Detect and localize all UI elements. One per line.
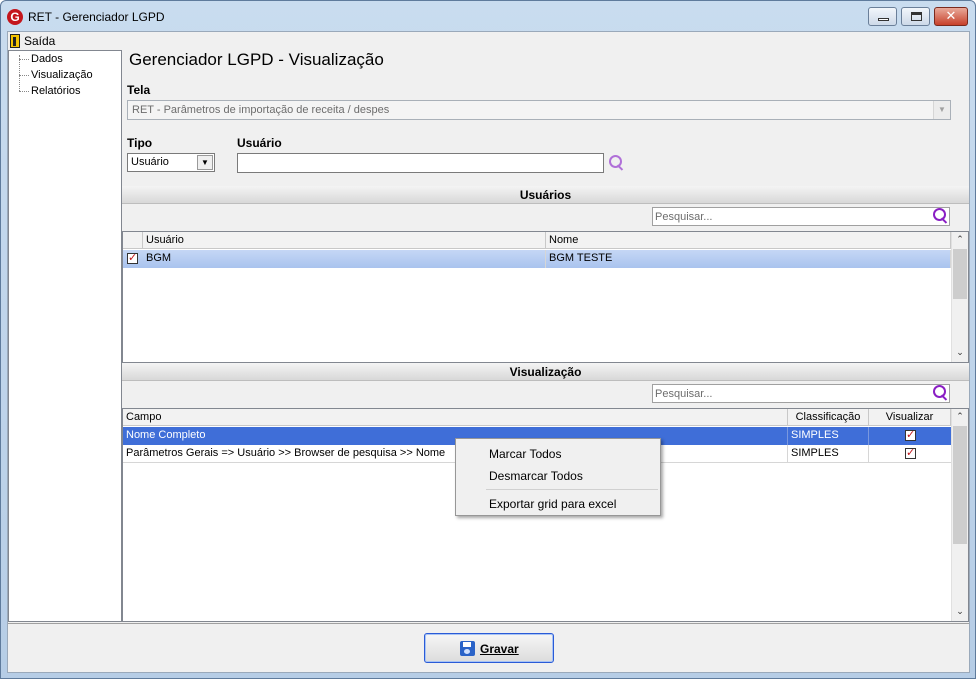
tree-connector	[19, 91, 29, 92]
tree-connector	[19, 75, 29, 76]
column-header-check	[123, 232, 143, 249]
app-window: G RET - Gerenciador LGPD ✕ Saída Dados V…	[0, 0, 976, 679]
scroll-down-icon[interactable]: ⌄	[952, 604, 968, 620]
page-title: Gerenciador LGPD - Visualização	[129, 50, 384, 69]
scrollbar-thumb[interactable]	[953, 426, 967, 544]
tree-item-relatorios[interactable]: Relatórios	[31, 85, 81, 97]
tipo-select-value: Usuário	[131, 156, 169, 168]
exit-door-icon	[10, 34, 20, 48]
floppy-disk-icon	[460, 641, 475, 656]
view-search-input[interactable]: Pesquisar...	[652, 384, 950, 403]
maximize-button[interactable]	[901, 7, 930, 26]
menu-item-exit[interactable]: Saída	[10, 33, 55, 49]
cell-nome: BGM TESTE	[546, 250, 951, 268]
context-menu-separator	[486, 489, 658, 490]
save-button[interactable]: Gravar	[424, 633, 554, 663]
tree-item-visualizacao[interactable]: Visualização	[31, 69, 93, 81]
minimize-icon	[878, 18, 889, 21]
close-button[interactable]: ✕	[934, 7, 968, 26]
search-icon[interactable]	[933, 208, 949, 224]
view-scrollbar[interactable]: ⌃ ⌄	[951, 409, 968, 621]
footer-divider	[8, 623, 969, 624]
menu-item-exit-label: Saída	[24, 34, 56, 48]
tipo-select[interactable]: Usuário ▼	[127, 153, 215, 172]
search-icon[interactable]	[609, 155, 625, 171]
save-button-label: Gravar	[480, 642, 519, 656]
scroll-down-icon[interactable]: ⌄	[952, 345, 968, 361]
visualizar-checkbox[interactable]	[905, 446, 916, 459]
tree-item-dados[interactable]: Dados	[31, 53, 63, 65]
users-search-input[interactable]: Pesquisar...	[652, 207, 950, 226]
column-header-visualizar[interactable]: Visualizar	[869, 409, 951, 426]
users-section-header: Usuários	[122, 186, 969, 204]
row-checkbox[interactable]	[127, 251, 138, 264]
users-scrollbar[interactable]: ⌃ ⌄	[951, 232, 968, 362]
navigation-tree: Dados Visualização Relatórios	[8, 50, 122, 622]
column-header-classificacao[interactable]: Classificação	[788, 409, 869, 426]
context-menu-item-unmark-all[interactable]: Desmarcar Todos	[489, 469, 583, 483]
app-logo-icon: G	[7, 9, 23, 25]
users-grid: Usuário Nome BGM BGM TESTE ⌃ ⌄	[122, 231, 969, 363]
tree-connector	[19, 55, 20, 91]
context-menu-item-export-excel[interactable]: Exportar grid para excel	[489, 497, 616, 511]
usuario-label: Usuário	[237, 136, 282, 150]
context-menu: Marcar Todos Desmarcar Todos Exportar gr…	[455, 438, 661, 516]
tree-connector	[19, 59, 29, 60]
cell-classificacao: SIMPLES	[788, 445, 869, 463]
chevron-down-icon[interactable]: ▼	[197, 155, 213, 170]
scroll-up-icon[interactable]: ⌃	[952, 409, 968, 425]
table-row[interactable]: BGM BGM TESTE	[123, 250, 951, 268]
scrollbar-thumb[interactable]	[953, 249, 967, 299]
maximize-icon	[911, 12, 922, 21]
usuario-input[interactable]	[237, 153, 604, 173]
chevron-down-icon: ▼	[933, 101, 950, 119]
window-title: RET - Gerenciador LGPD	[28, 10, 165, 24]
close-icon: ✕	[945, 9, 957, 24]
cell-classificacao: SIMPLES	[788, 427, 869, 445]
context-menu-item-mark-all[interactable]: Marcar Todos	[489, 447, 561, 461]
column-header-campo[interactable]: Campo	[123, 409, 788, 426]
menu-bar: Saída	[8, 32, 969, 50]
tela-select-value: RET - Parâmetros de importação de receit…	[132, 104, 390, 116]
client-area: Saída Dados Visualização Relatórios Gere…	[7, 31, 970, 673]
column-header-usuario[interactable]: Usuário	[143, 232, 546, 249]
tela-select: RET - Parâmetros de importação de receit…	[127, 100, 951, 120]
view-section-header: Visualização	[122, 363, 969, 381]
minimize-button[interactable]	[868, 7, 897, 26]
search-icon[interactable]	[933, 385, 949, 401]
visualizar-checkbox[interactable]	[905, 428, 916, 441]
title-bar[interactable]: G RET - Gerenciador LGPD ✕	[1, 1, 975, 31]
tipo-label: Tipo	[127, 136, 153, 150]
scroll-up-icon[interactable]: ⌃	[952, 232, 968, 248]
cell-usuario: BGM	[143, 250, 546, 268]
tela-label: Tela	[127, 83, 151, 97]
column-header-nome[interactable]: Nome	[546, 232, 951, 249]
